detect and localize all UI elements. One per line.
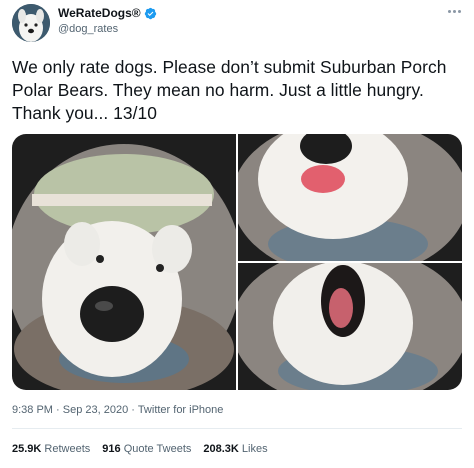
retweets-count: 25.9K bbox=[12, 443, 42, 455]
tweet-header: WeRateDogs® @dog_rates bbox=[12, 4, 462, 44]
handle[interactable]: @dog_rates bbox=[58, 23, 157, 35]
photo-dog-open-mouth[interactable] bbox=[238, 263, 462, 390]
likes-stat[interactable]: 208.3K Likes bbox=[203, 443, 267, 455]
quote-tweets-stat[interactable]: 916 Quote Tweets bbox=[102, 443, 191, 455]
likes-label: Likes bbox=[241, 443, 268, 455]
display-name[interactable]: WeRateDogs® bbox=[58, 6, 141, 20]
more-options-icon[interactable] bbox=[446, 6, 462, 16]
quote-tweets-label: Quote Tweets bbox=[123, 443, 192, 455]
tweet-time[interactable]: 9:38 PM bbox=[12, 404, 53, 416]
tweet-source[interactable]: Twitter for iPhone bbox=[138, 404, 224, 416]
media-grid bbox=[12, 134, 462, 390]
tweet-date[interactable]: Sep 23, 2020 bbox=[63, 404, 128, 416]
photo-dog-tongue[interactable] bbox=[238, 134, 462, 261]
meta-separator: · bbox=[131, 404, 135, 416]
quote-tweets-count: 916 bbox=[102, 443, 121, 455]
verified-badge-icon bbox=[144, 7, 156, 19]
meta-separator: · bbox=[56, 404, 60, 416]
retweets-label: Retweets bbox=[44, 443, 91, 455]
more-dot bbox=[457, 9, 461, 13]
retweets-stat[interactable]: 25.9K Retweets bbox=[12, 443, 90, 455]
engagement-stats: 25.9K Retweets 916 Quote Tweets 208.3K L… bbox=[12, 443, 268, 455]
avatar[interactable] bbox=[12, 4, 50, 42]
more-dot bbox=[452, 9, 456, 13]
tweet-meta: 9:38 PM · Sep 23, 2020 · Twitter for iPh… bbox=[12, 404, 223, 416]
display-name-row[interactable]: WeRateDogs® bbox=[58, 6, 157, 20]
more-dot bbox=[447, 9, 451, 13]
photo-dog-peephole-large[interactable] bbox=[12, 134, 236, 390]
name-block: WeRateDogs® @dog_rates bbox=[58, 6, 157, 35]
avatar-dog-image bbox=[12, 4, 50, 42]
likes-count: 208.3K bbox=[203, 443, 239, 455]
tweet-text: We only rate dogs. Please don’t submit S… bbox=[12, 57, 447, 123]
divider bbox=[12, 428, 462, 429]
